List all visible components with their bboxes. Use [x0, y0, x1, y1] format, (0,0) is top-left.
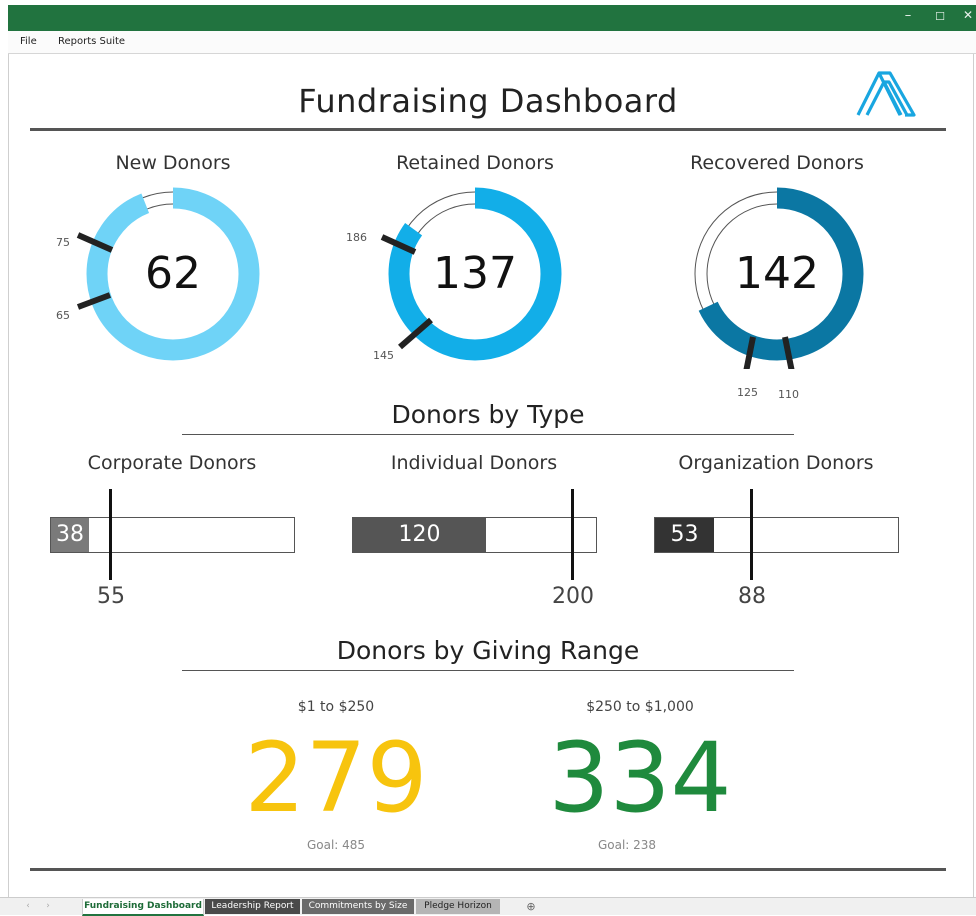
- target-label: 88: [738, 584, 766, 609]
- tab-pledge-horizon[interactable]: Pledge Horizon: [416, 899, 500, 914]
- marker-label: 145: [373, 349, 394, 362]
- menu-reports-suite[interactable]: Reports Suite: [58, 36, 125, 47]
- marker-label: 75: [56, 236, 70, 249]
- section-divider: [182, 434, 794, 435]
- range-goal: Goal: 238: [597, 838, 657, 852]
- header-divider: [30, 128, 946, 131]
- section-title-donors-by-type: Donors by Type: [391, 400, 585, 429]
- marker-label: 125: [737, 386, 758, 399]
- section-title-giving-range: Donors by Giving Range: [336, 636, 640, 665]
- footer-divider: [30, 868, 946, 871]
- bullet-bar-track: 120: [352, 517, 597, 553]
- target-label: 55: [97, 584, 125, 609]
- tab-commitments-by-size[interactable]: Commitments by Size: [302, 899, 414, 914]
- target-marker: [750, 489, 753, 580]
- tab-scroll-left-icon[interactable]: ‹: [22, 899, 34, 914]
- tab-leadership-report[interactable]: Leadership Report: [205, 899, 300, 914]
- minimize-button[interactable]: –: [898, 8, 918, 23]
- gauge-label: Retained Donors: [396, 152, 554, 174]
- range-label: $250 to $1,000: [586, 699, 694, 715]
- bar-label: Organization Donors: [678, 452, 874, 474]
- add-sheet-icon[interactable]: ⊕: [522, 899, 540, 914]
- bar-label: Individual Donors: [390, 452, 558, 474]
- gauge-label: Recovered Donors: [690, 152, 864, 174]
- maximize-button[interactable]: ☐: [930, 10, 950, 23]
- menu-bar: File Reports Suite: [8, 31, 976, 54]
- close-button[interactable]: ✕: [958, 8, 976, 22]
- chevron-logo-icon: [856, 71, 916, 117]
- gauge-value: 137: [433, 248, 517, 299]
- marker-label: 65: [56, 309, 70, 322]
- menu-file[interactable]: File: [20, 36, 37, 47]
- tab-scroll-right-icon[interactable]: ›: [42, 899, 54, 914]
- page-title: Fundraising Dashboard: [298, 82, 678, 120]
- title-bar: – ☐ ✕: [8, 5, 976, 31]
- bar-label: Corporate Donors: [87, 452, 257, 474]
- bullet-bar-track: 38: [50, 517, 295, 553]
- range-label: $1 to $250: [297, 699, 375, 715]
- gauge-label: New Donors: [115, 152, 231, 174]
- gauge-value: 142: [735, 248, 819, 299]
- tab-fundraising-dashboard[interactable]: Fundraising Dashboard: [82, 899, 204, 916]
- range-goal: Goal: 485: [306, 838, 366, 852]
- gauge-value: 62: [145, 248, 201, 299]
- target-label: 200: [552, 584, 594, 609]
- marker-label: 186: [346, 231, 367, 244]
- bullet-bar-fill: 53: [655, 518, 714, 552]
- target-marker: [109, 489, 112, 580]
- target-marker: [571, 489, 574, 580]
- section-divider: [182, 670, 794, 671]
- range-value: 279: [244, 722, 428, 834]
- bullet-bar-track: 53: [654, 517, 899, 553]
- bullet-bar-fill: 120: [353, 518, 486, 552]
- range-value: 334: [548, 722, 732, 834]
- bullet-bar-fill: 38: [51, 518, 89, 552]
- sheet-tab-bar: ‹ › Fundraising Dashboard Leadership Rep…: [0, 897, 976, 916]
